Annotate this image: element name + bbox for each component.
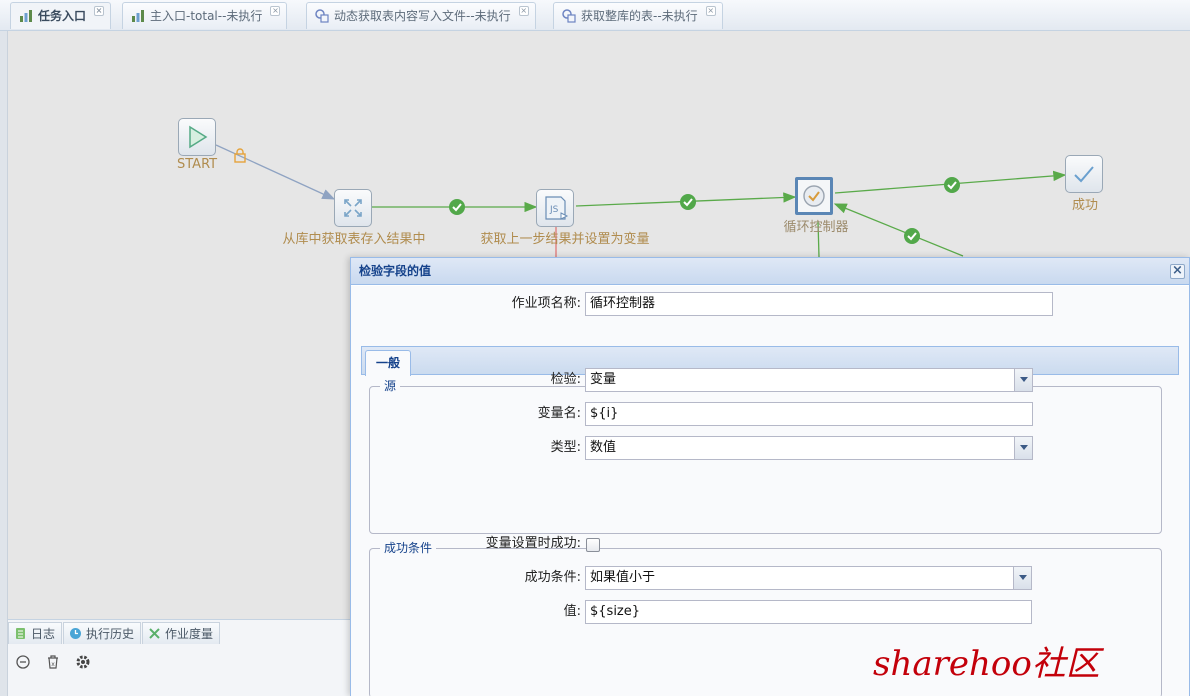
check-field-value-dialog: 检验字段的值 × 作业项名称: 循环控制器 一般 源 检验: 变量 变量名: $… [350,257,1190,696]
workflow-icon [132,10,144,22]
tab-label: 主入口-total--未执行 [150,9,263,23]
settings-icon[interactable] [74,653,92,671]
tab-log-label: 日志 [31,627,56,641]
hop-start-to-table[interactable] [215,144,336,200]
chevron-down-icon[interactable] [1013,567,1031,589]
success-cond-select[interactable]: 如果值小于 [585,566,1032,590]
job-name-label: 作业项名称: [511,296,581,311]
value-input[interactable]: ${size} [585,600,1032,624]
varname-label: 变量名: [537,406,581,421]
bottom-toolbar: x [14,653,100,674]
tab-exec-history-label: 执行历史 [86,627,135,641]
tab-label: 获取整库的表--未执行 [581,9,698,23]
close-icon[interactable]: × [270,6,281,16]
dialog-body: 作业项名称: 循环控制器 一般 源 检验: 变量 变量名: ${i} 类型: 数… [351,286,1189,696]
loop-controller-label: 循环控制器 [783,220,849,235]
clear-log-icon[interactable]: x [44,653,62,671]
tab-log[interactable]: 日志 [8,622,63,644]
dialog-title: 检验字段的值 [359,264,432,278]
close-icon[interactable]: × [705,6,716,16]
source-legend: 源 [380,379,401,393]
table-input-icon [344,199,362,217]
bottom-tabs: 日志 执行历史 作业度量 [8,622,221,646]
transform-icon [315,9,329,23]
dialog-header: 检验字段的值 × [351,258,1189,285]
success-check-icon [680,194,696,210]
table-input-node-label: 从库中获取表存入结果中 [282,232,426,247]
tab-label: 任务入口 [38,9,87,23]
check-label: 检验: [550,372,581,387]
svg-text:JS: JS [549,205,559,215]
varname-input[interactable]: ${i} [585,402,1033,426]
tab-label: 动态获取表内容写入文件--未执行 [334,9,511,23]
success-check-icon [944,177,960,193]
tab-job-metrics-label: 作业度量 [165,627,214,641]
tab-general[interactable]: 一般 [365,350,412,376]
tab-dynamic-read[interactable]: 动态获取表内容写入文件--未执行 × [306,2,536,29]
play-icon [189,125,208,149]
workflow-icon [20,10,32,22]
success-check-icon [904,228,920,244]
chevron-down-icon[interactable] [1014,437,1032,459]
success-node-label: 成功 [1071,198,1099,213]
success-when-set-checkbox[interactable] [586,538,600,552]
success-node[interactable] [1065,155,1103,193]
success-cond-label: 成功条件: [524,570,581,585]
svg-text:x: x [51,661,55,668]
tab-task-entry[interactable]: 任务入口 × [10,2,112,29]
metrics-icon [149,628,160,639]
javascript-icon: JS [545,196,569,220]
success-when-set-label: 变量设置时成功: [485,536,581,551]
transform-icon [562,9,576,23]
collapse-icon[interactable] [14,653,32,671]
chevron-down-icon[interactable] [1014,369,1032,391]
job-name-input[interactable]: 循环控制器 [585,292,1053,316]
check-select-value: 变量 [590,372,617,387]
check-circle-icon [803,185,825,207]
watermark-text: sharehoo社区 [873,644,1100,684]
bottom-panel: 日志 执行历史 作业度量 x [8,619,352,696]
script-node-label: 获取上一步结果并设置为变量 [480,232,650,247]
tab-job-metrics[interactable]: 作业度量 [142,622,221,644]
start-node-label: START [177,157,218,172]
close-icon[interactable]: × [518,6,529,16]
tab-main-entry[interactable]: 主入口-total--未执行 × [122,2,288,29]
close-icon[interactable]: × [94,6,105,16]
history-icon [70,628,82,639]
loop-controller-node[interactable] [795,177,833,215]
script-node[interactable]: JS [536,189,574,227]
check-select[interactable]: 变量 [585,368,1033,392]
tab-exec-history[interactable]: 执行历史 [63,622,142,644]
success-cond-select-value: 如果值小于 [590,570,656,585]
left-collapse-strip[interactable] [0,31,8,696]
close-icon[interactable]: × [1170,264,1185,279]
hop-return-to-loop[interactable] [833,203,964,257]
log-icon [16,628,25,639]
table-input-node[interactable] [334,189,372,227]
success-check-icon [449,199,465,215]
type-select[interactable]: 数值 [585,436,1033,460]
checkmark-icon [1074,166,1094,183]
type-select-value: 数值 [590,440,617,455]
editor-tab-bar: 任务入口 × 主入口-total--未执行 × 动态获取表内容写入文件--未执行… [0,0,1190,31]
start-node[interactable] [178,118,216,156]
value-label: 值: [563,604,581,619]
type-label: 类型: [550,440,581,455]
tab-get-all-tables[interactable]: 获取整库的表--未执行 × [553,2,723,29]
